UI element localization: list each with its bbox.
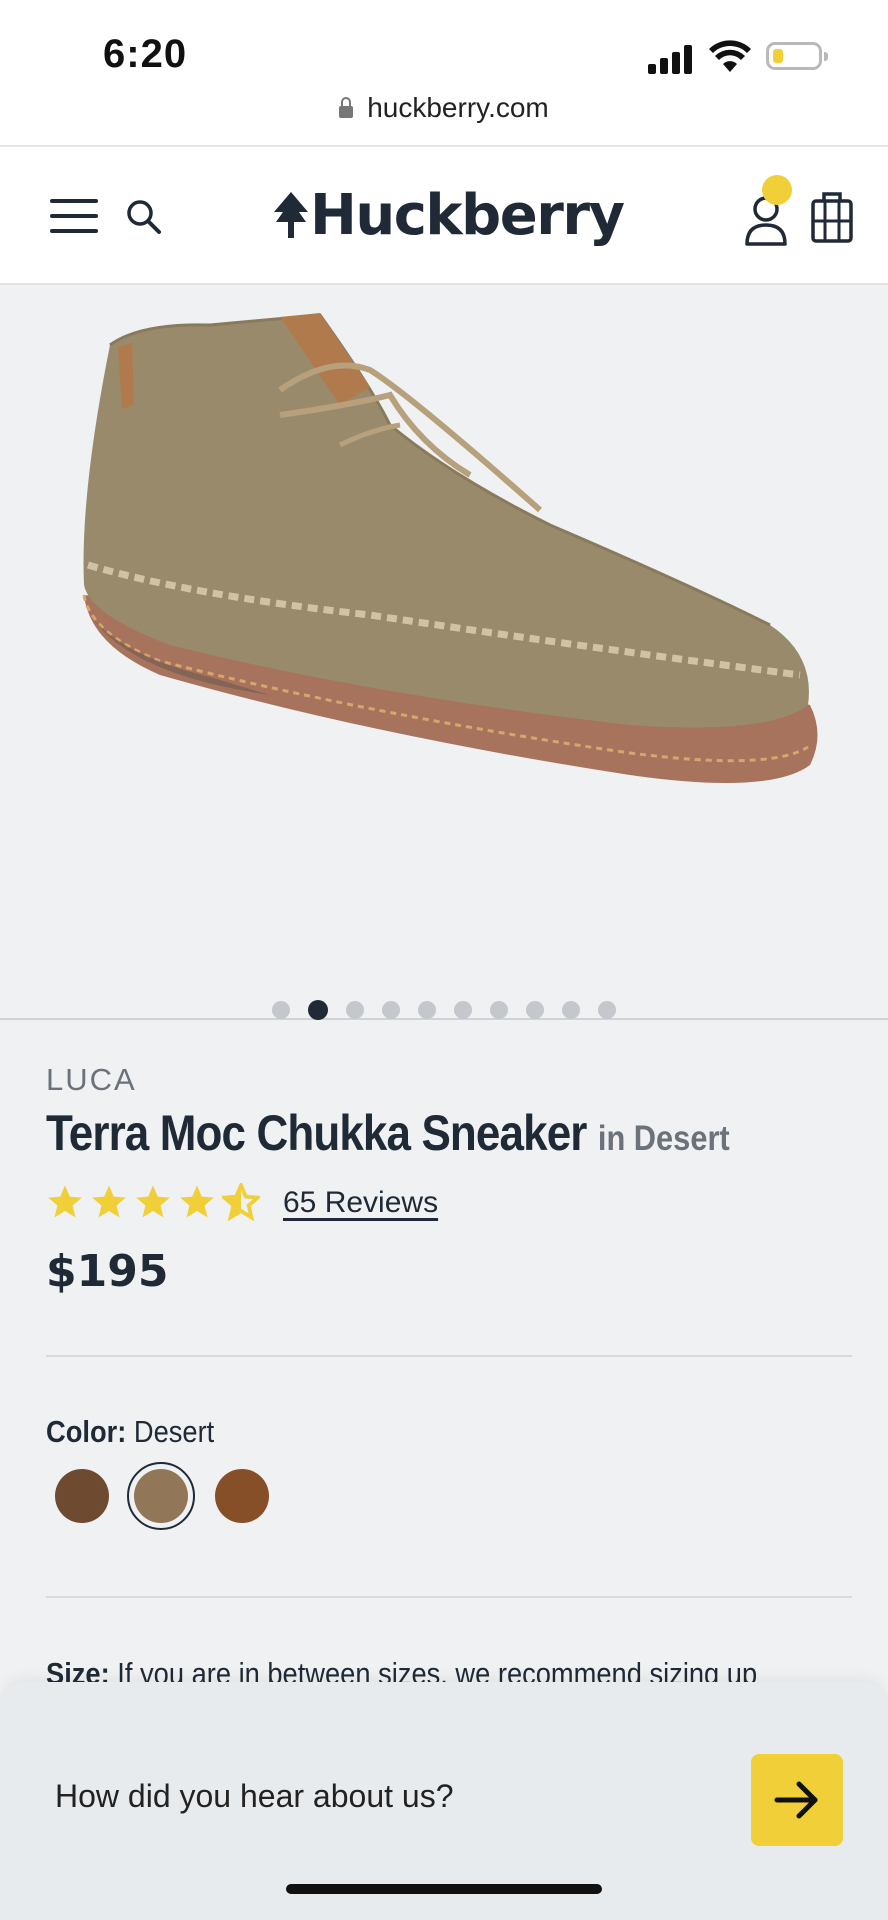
color-selected-name: Desert	[133, 1414, 215, 1449]
color-swatch-cognac[interactable]	[215, 1469, 269, 1523]
product-image	[82, 313, 818, 783]
color-swatch-dark-brown[interactable]	[55, 1469, 109, 1523]
carousel-dot[interactable]	[490, 1001, 508, 1019]
carousel-dot[interactable]	[272, 1001, 290, 1019]
star-icon	[136, 1185, 170, 1218]
battery-icon	[766, 42, 828, 70]
carousel-dot[interactable]	[346, 1001, 364, 1019]
status-bar: 6:20 huckberry.com	[0, 0, 888, 147]
carousel-dot[interactable]	[562, 1001, 580, 1019]
survey-submit-button[interactable]	[751, 1754, 843, 1846]
logo-text: Huckberry	[310, 183, 625, 248]
product-title: Terra Moc Chukka Sneaker in Desert	[46, 1104, 730, 1162]
carousel-dot[interactable]	[598, 1001, 616, 1019]
huckberry-logo[interactable]: Huckberry	[274, 183, 625, 248]
half-star-icon	[219, 1180, 263, 1222]
carousel-dot-active[interactable]	[308, 1000, 328, 1020]
cart-icon[interactable]	[811, 191, 853, 245]
carousel-dot[interactable]	[526, 1001, 544, 1019]
wifi-icon	[709, 40, 751, 72]
lock-icon	[339, 97, 354, 118]
address-bar[interactable]: huckberry.com	[0, 92, 888, 124]
product-variant: in Desert	[597, 1119, 730, 1158]
product-brand[interactable]: LUCA	[46, 1062, 137, 1098]
star-icon	[48, 1185, 82, 1218]
carousel-dots[interactable]	[0, 1000, 888, 1020]
star-icon	[92, 1185, 126, 1218]
hamburger-icon[interactable]	[50, 199, 98, 233]
url-text: huckberry.com	[367, 92, 549, 123]
survey-question[interactable]: How did you hear about us?	[55, 1778, 453, 1815]
search-icon[interactable]	[124, 197, 164, 237]
color-label: Color: Desert	[46, 1414, 214, 1450]
site-header: Huckberry	[0, 147, 888, 285]
product-image-gallery[interactable]	[0, 285, 888, 1020]
carousel-dot[interactable]	[418, 1001, 436, 1019]
home-indicator[interactable]	[286, 1884, 602, 1894]
divider	[46, 1596, 852, 1598]
color-label-heading: Color:	[46, 1414, 127, 1449]
divider	[46, 1355, 852, 1357]
status-time: 6:20	[103, 32, 188, 76]
star-icon	[180, 1185, 214, 1218]
signal-icon	[648, 44, 694, 74]
tree-icon	[274, 192, 308, 238]
reviews-link[interactable]: 65 Reviews	[283, 1186, 438, 1220]
product-name: Terra Moc Chukka Sneaker	[46, 1105, 587, 1161]
rating-stars[interactable]	[46, 1180, 266, 1223]
product-price: $195	[46, 1246, 169, 1297]
carousel-dot[interactable]	[454, 1001, 472, 1019]
arrow-right-icon	[774, 1781, 818, 1819]
carousel-dot[interactable]	[382, 1001, 400, 1019]
color-swatch-desert[interactable]	[134, 1469, 188, 1523]
notification-badge	[762, 175, 792, 205]
